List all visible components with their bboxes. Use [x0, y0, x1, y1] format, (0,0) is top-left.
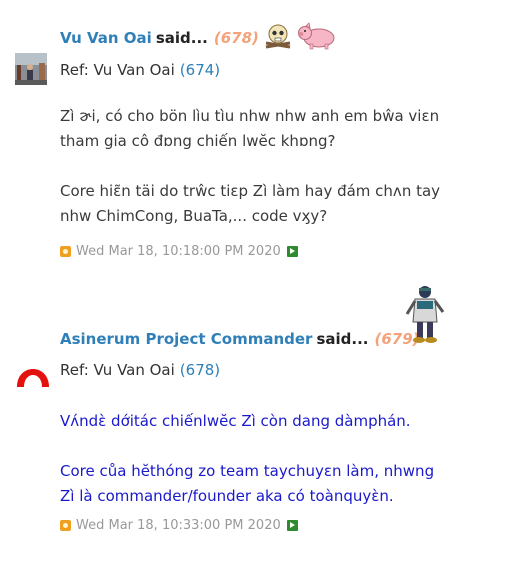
ref-number-link[interactable]: (678)	[180, 361, 220, 379]
avatar[interactable]	[15, 53, 47, 89]
post-header: Asinerum Project Commander said... (679)	[60, 324, 420, 354]
clock-icon	[60, 520, 71, 531]
post-number[interactable]: (678)	[214, 29, 259, 47]
avatar[interactable]	[15, 353, 51, 393]
goto-arrow-icon[interactable]	[286, 520, 298, 531]
body-line: tham gia cô đɒng chiến lwĕc khɒng?	[60, 132, 336, 150]
ref-label: Ref: Vu Van Oai	[60, 61, 175, 79]
said-label: said...	[155, 29, 208, 47]
ref-label: Ref: Vu Van Oai	[60, 361, 175, 379]
timestamp-text: Wed Mar 18, 10:33:00 PM 2020	[76, 518, 281, 533]
post-timestamp: Wed Mar 18, 10:18:00 PM 2020	[60, 244, 298, 259]
clock-icon	[60, 246, 71, 257]
post-header: Vu Van Oai said... (678)	[60, 22, 337, 54]
pig-icon	[297, 22, 337, 54]
body-line: Zì là commander/founder aka có toànquyɛ̀…	[60, 487, 394, 505]
body-line: Vʌ́ndɛ̀ dớitác chiếnlwĕc Zì còn dang dàm…	[60, 412, 411, 430]
body-line: Core cůa hĕthóng zo team taychuyɛn làm, …	[60, 462, 435, 480]
body-line: nhw ChimCong, BuaTa,... code vӽy?	[60, 207, 328, 225]
said-label: said...	[316, 330, 369, 348]
goto-arrow-icon[interactable]	[286, 246, 298, 257]
body-line: Zì ɚi, có cho bön lìu tìu nhw nhw anh em…	[60, 107, 440, 125]
post-timestamp: Wed Mar 18, 10:33:00 PM 2020	[60, 518, 298, 533]
ref-number-link[interactable]: (674)	[180, 61, 220, 79]
timestamp-text: Wed Mar 18, 10:18:00 PM 2020	[76, 244, 281, 259]
author-link[interactable]: Asinerum Project Commander	[60, 330, 312, 348]
reply-reference: Ref: Vu Van Oai (674)	[60, 61, 220, 79]
reply-reference: Ref: Vu Van Oai (678)	[60, 361, 220, 379]
standing-figure-icon	[403, 284, 447, 350]
author-link[interactable]: Vu Van Oai	[60, 29, 152, 47]
post-body: Zì ɚi, có cho bön lìu tìu nhw nhw anh em…	[60, 104, 500, 229]
body-line: Core hiɛ̃n täi do trŵc tiɛp Zì làm hay đ…	[60, 182, 441, 200]
post-body: Vʌ́ndɛ̀ dớitác chiếnlwĕc Zì còn dang dàm…	[60, 409, 500, 509]
skull-crossbones-icon	[263, 23, 293, 53]
